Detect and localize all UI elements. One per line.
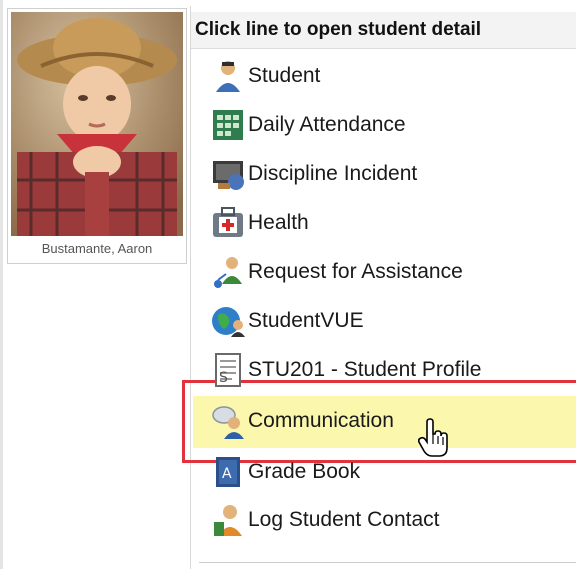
menu-item-label: Daily Attendance [248, 113, 406, 136]
menu-item-label: STU201 - Student Profile [248, 358, 482, 381]
student-photo-card: Bustamante, Aaron [7, 8, 187, 264]
menu-item-student[interactable]: Student [210, 54, 570, 98]
menu-item-label: Communication [248, 409, 394, 432]
panel-bottom-divider [199, 562, 576, 563]
attendance-calendar-icon [210, 107, 248, 143]
report-document-icon: S [210, 352, 248, 388]
menu-item-label: StudentVUE [248, 309, 364, 332]
window-edge [0, 0, 3, 569]
contact-log-icon [210, 502, 248, 538]
student-name-caption: Bustamante, Aaron [41, 241, 153, 256]
menu-item-label: Student [248, 64, 321, 87]
menu-item-communication[interactable]: Communication [210, 399, 570, 443]
menu-item-request-for-assistance[interactable]: Request for Assistance [210, 250, 570, 294]
communication-icon [210, 403, 248, 439]
first-aid-kit-icon [210, 205, 248, 241]
globe-student-icon [210, 303, 248, 339]
menu-item-health[interactable]: Health [210, 201, 570, 245]
menu-item-daily-attendance[interactable]: Daily Attendance [210, 103, 570, 147]
student-icon [210, 58, 248, 94]
panel-divider [190, 6, 191, 569]
panel-header: Click line to open student detail [191, 12, 576, 49]
discipline-icon [210, 156, 248, 192]
menu-item-label: Discipline Incident [248, 162, 418, 185]
gradebook-icon: A [210, 454, 248, 490]
svg-text:S: S [219, 370, 228, 386]
menu-item-log-student-contact[interactable]: Log Student Contact [210, 498, 570, 542]
menu-item-label: Request for Assistance [248, 260, 463, 283]
student-photo [11, 12, 183, 236]
menu-item-label: Health [248, 211, 309, 234]
menu-item-label: Grade Book [248, 460, 361, 483]
menu-item-discipline-incident[interactable]: Discipline Incident [210, 152, 570, 196]
menu-item-stu201-student-profile[interactable]: S STU201 - Student Profile [210, 348, 570, 392]
assistance-icon [210, 254, 248, 290]
menu-item-studentvue[interactable]: StudentVUE [210, 299, 570, 343]
hand-cursor-icon [417, 418, 448, 458]
menu-item-grade-book[interactable]: A Grade Book [210, 450, 570, 494]
menu-item-label: Log Student Contact [248, 508, 440, 531]
svg-text:A: A [222, 466, 232, 482]
